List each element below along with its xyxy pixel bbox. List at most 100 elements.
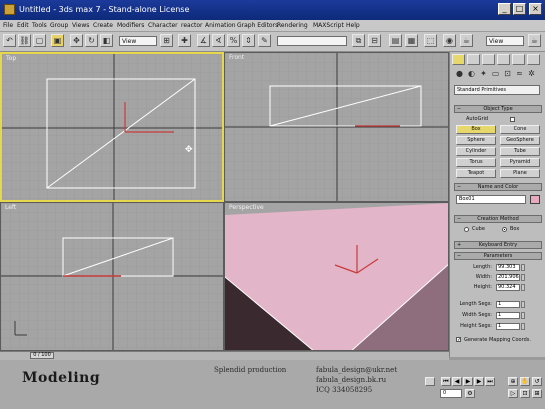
viewport-left[interactable]: Left (0, 202, 224, 351)
time-slider-track[interactable]: 0 / 100 (0, 351, 449, 360)
box-radio[interactable] (502, 227, 507, 232)
viewport-perspective[interactable]: Perspective (224, 202, 449, 351)
select-manipulate-button[interactable]: ✚ (178, 34, 191, 47)
named-selection-button[interactable]: ✎ (258, 34, 271, 47)
maximize-button[interactable]: □ (513, 3, 526, 15)
select-object-button[interactable]: ▣ (51, 34, 64, 47)
schematic-view-button[interactable]: ⬚ (424, 34, 437, 47)
menu-help[interactable]: Help (346, 20, 360, 31)
create-tab[interactable] (452, 54, 465, 65)
field-of-view-button[interactable]: ▷ (508, 389, 518, 398)
pivot-button[interactable]: ⊞ (160, 34, 173, 47)
viewport-front[interactable]: Front (224, 52, 449, 202)
material-editor-button[interactable]: ◉ (443, 34, 456, 47)
viewport-label-left[interactable]: Left (5, 204, 16, 211)
go-to-start-button[interactable]: ⏮ (441, 377, 451, 386)
select-region-button[interactable]: ▢ (33, 34, 46, 47)
menu-character[interactable]: Character (148, 20, 178, 31)
mirror-button[interactable]: ⧉ (352, 34, 365, 47)
teapot-button[interactable]: Teapot (456, 169, 496, 178)
current-frame-field[interactable]: 0 (440, 389, 462, 398)
minimize-button[interactable]: _ (498, 3, 511, 15)
height-field[interactable]: 90.324 (496, 284, 520, 291)
generate-mapping-checkbox[interactable]: ✓ (456, 337, 461, 343)
keyboard-entry-rollout[interactable]: + Keyboard Entry (454, 241, 542, 249)
width-spinner[interactable] (521, 274, 525, 281)
shapes-icon[interactable]: ◐ (466, 68, 477, 79)
spacewarps-icon[interactable]: ≈ (514, 68, 525, 79)
utilities-tab[interactable] (527, 54, 540, 65)
undo-button[interactable]: ↶ (3, 34, 16, 47)
menu-rendering[interactable]: Rendering (277, 20, 308, 31)
quick-render-button[interactable]: ☕ (528, 34, 541, 47)
zoom-extents-button[interactable]: ⊞ (532, 389, 542, 398)
height-spinner[interactable] (521, 284, 525, 291)
geometry-icon[interactable]: ● (454, 68, 465, 79)
named-selection-sets[interactable] (277, 36, 347, 46)
length-segs-field[interactable]: 1 (496, 301, 520, 308)
snap-button[interactable]: ∡ (197, 34, 210, 47)
spinner-snap-button[interactable]: ⇕ (242, 34, 255, 47)
orbit-button[interactable]: ↺ (532, 377, 542, 386)
time-slider-thumb[interactable]: 0 / 100 (30, 352, 54, 359)
width-segs-spinner[interactable] (521, 312, 525, 319)
percent-snap-button[interactable]: % (227, 34, 240, 47)
height-segs-spinner[interactable] (521, 323, 525, 330)
set-key-button[interactable] (425, 377, 435, 386)
height-segs-field[interactable]: 1 (496, 323, 520, 330)
motion-tab[interactable] (497, 54, 510, 65)
lights-icon[interactable]: ✦ (478, 68, 489, 79)
creation-method-rollout[interactable]: − Creation Method (454, 215, 542, 223)
3dsmax-app-icon[interactable] (4, 4, 15, 15)
menu-create[interactable]: Create (93, 20, 113, 31)
object-name-field[interactable]: Box01 (456, 195, 526, 204)
helpers-icon[interactable]: ⊡ (502, 68, 513, 79)
box-button[interactable]: Box (456, 125, 496, 134)
torus-button[interactable]: Torus (456, 158, 496, 167)
min-max-toggle-button[interactable]: ⊡ (520, 389, 530, 398)
length-segs-spinner[interactable] (521, 301, 525, 308)
object-color-swatch[interactable] (530, 195, 540, 204)
sphere-button[interactable]: Sphere (456, 136, 496, 145)
menu-file[interactable]: File (3, 20, 13, 31)
width-field[interactable]: 201.906 (496, 274, 520, 281)
name-color-rollout[interactable]: − Name and Color (454, 183, 542, 191)
play-button[interactable]: ▶ (463, 377, 473, 386)
systems-icon[interactable]: ✲ (526, 68, 537, 79)
cone-button[interactable]: Cone (500, 125, 540, 134)
render-type-select[interactable]: View (486, 36, 524, 46)
menu-tools[interactable]: Tools (32, 20, 47, 31)
cylinder-button[interactable]: Cylinder (456, 147, 496, 156)
display-tab[interactable] (512, 54, 525, 65)
close-button[interactable]: × (529, 3, 542, 15)
curve-editor-button[interactable]: ▦ (405, 34, 418, 47)
parameters-rollout[interactable]: − Parameters (454, 252, 542, 260)
zoom-button[interactable]: ⊕ (508, 377, 518, 386)
viewport-top[interactable]: ✥ Top (0, 52, 224, 202)
menu-edit[interactable]: Edit (17, 20, 29, 31)
viewport-label-top[interactable]: Top (6, 55, 16, 62)
primitive-category-dropdown[interactable]: Standard Primitives (454, 85, 540, 95)
pan-button[interactable]: ✋ (520, 377, 530, 386)
cube-radio[interactable] (464, 227, 469, 232)
scale-button[interactable]: ◧ (100, 34, 113, 47)
length-spinner[interactable] (521, 264, 525, 271)
next-frame-button[interactable]: ▶ (474, 377, 484, 386)
menu-group[interactable]: Group (50, 20, 68, 31)
object-type-rollout[interactable]: − Object Type (454, 105, 542, 113)
menu-animation[interactable]: Animation (205, 20, 236, 31)
menu-maxscript[interactable]: MAXScript (313, 20, 344, 31)
menu-modifiers[interactable]: Modifiers (117, 20, 144, 31)
modify-tab[interactable] (467, 54, 480, 65)
rotate-button[interactable]: ↻ (85, 34, 98, 47)
menu-reactor[interactable]: reactor (181, 20, 203, 31)
viewport-label-front[interactable]: Front (229, 54, 244, 61)
geosphere-button[interactable]: GeoSphere (500, 136, 540, 145)
plane-button[interactable]: Plane (500, 169, 540, 178)
align-button[interactable]: ⊟ (368, 34, 381, 47)
length-field[interactable]: 99.303 (496, 264, 520, 271)
previous-frame-button[interactable]: ◀ (452, 377, 462, 386)
render-scene-button[interactable]: ☕ (460, 34, 473, 47)
menu-graph-editors[interactable]: Graph Editors (237, 20, 278, 31)
go-to-end-button[interactable]: ⏭ (485, 377, 495, 386)
